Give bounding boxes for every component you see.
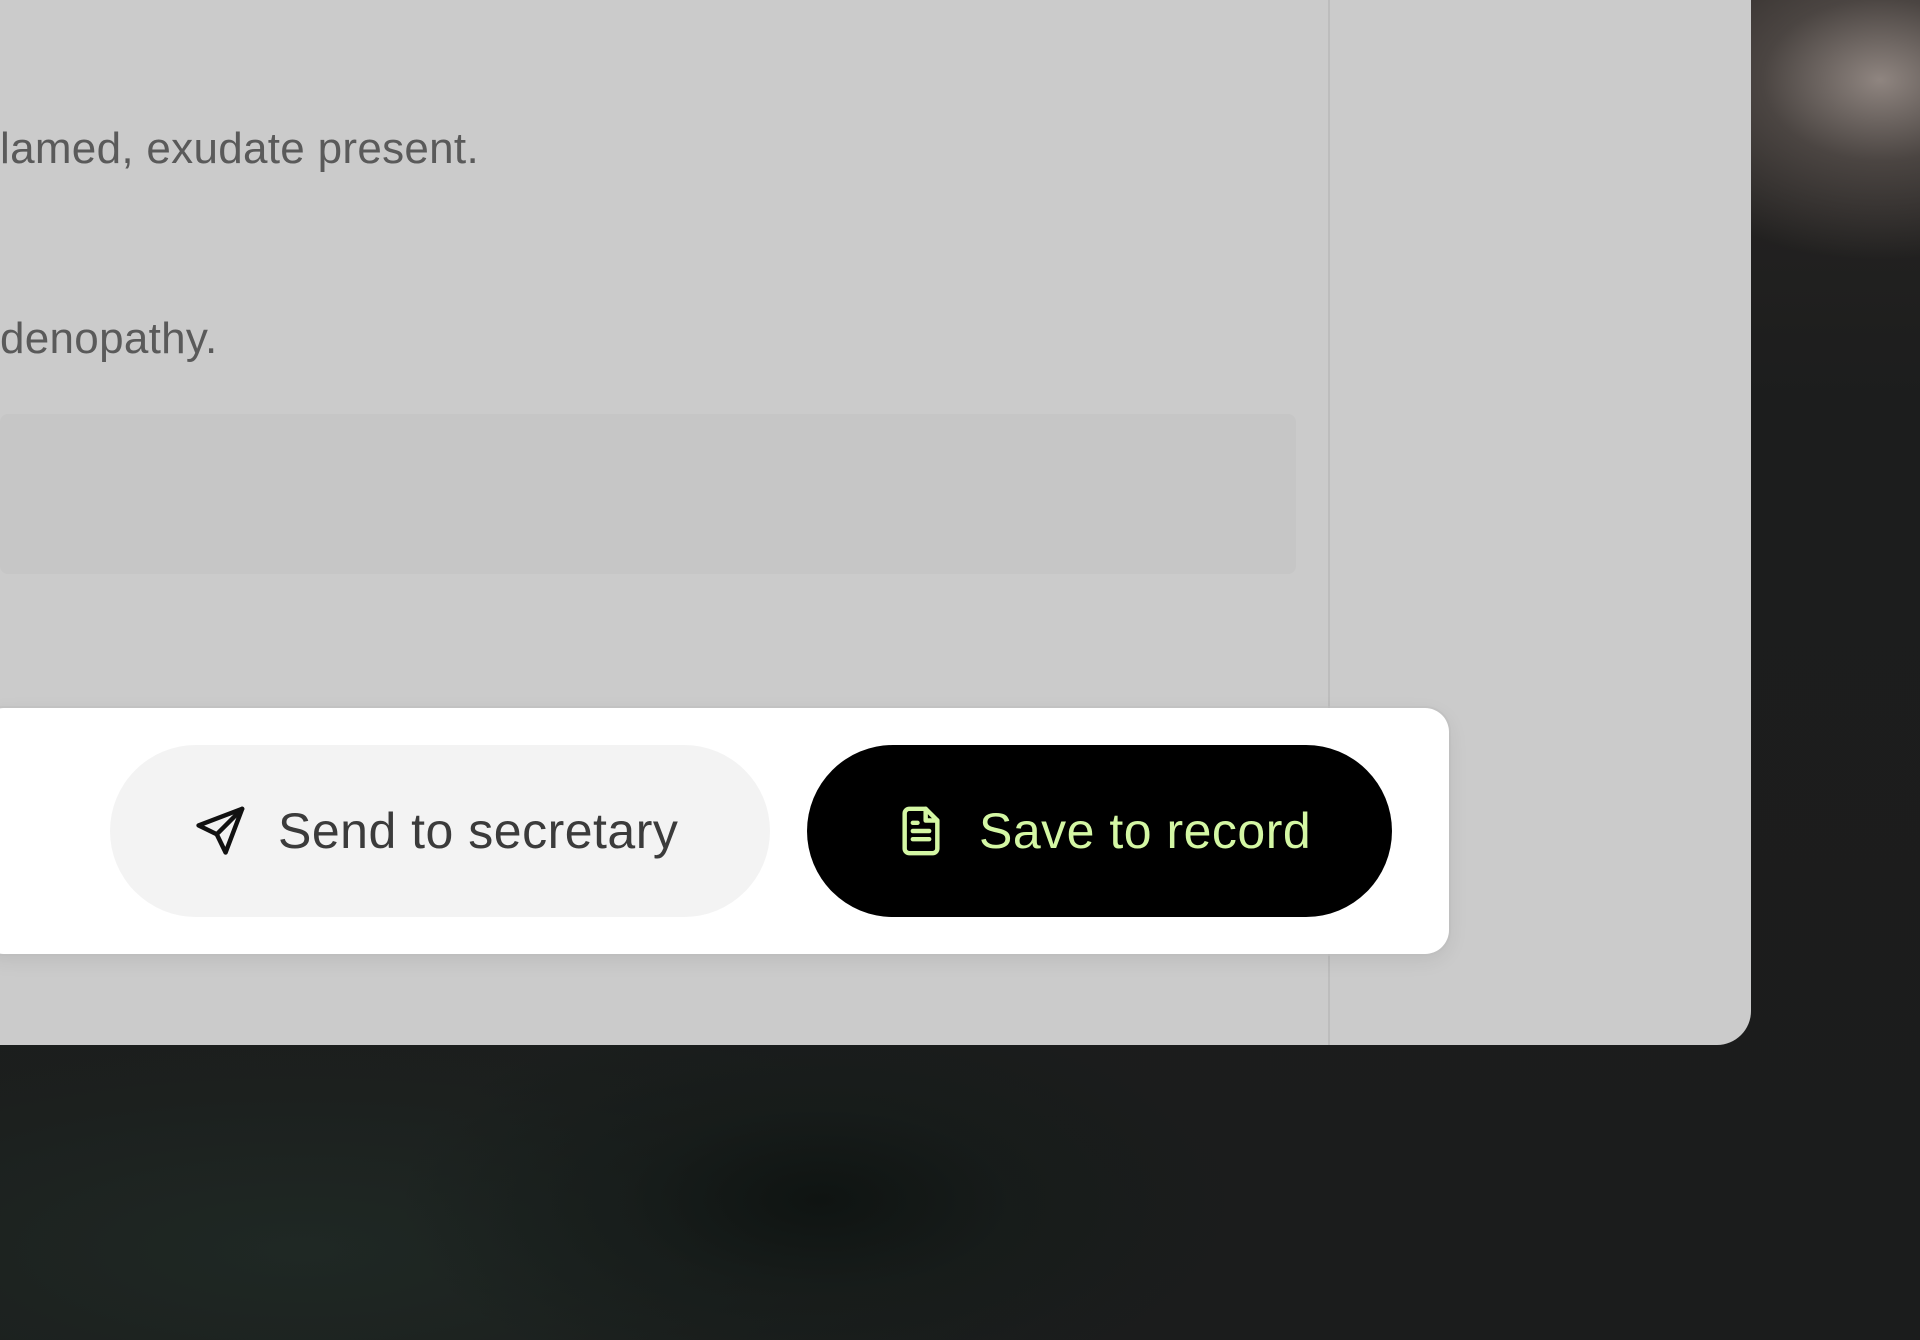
app-window: lamed, exudate present. denopathy. Send … — [0, 0, 1751, 1045]
note-text-line: denopathy. — [0, 314, 218, 363]
note-section-block — [0, 414, 1296, 574]
save-to-record-label: Save to record — [979, 803, 1312, 859]
save-to-record-button[interactable]: Save to record — [807, 745, 1392, 917]
note-text-line: lamed, exudate present. — [0, 124, 479, 173]
action-bar: Send to secretary Save to record — [0, 708, 1449, 954]
send-to-secretary-label: Send to secretary — [278, 803, 679, 859]
send-icon — [192, 803, 248, 859]
document-icon — [893, 803, 949, 859]
send-to-secretary-button[interactable]: Send to secretary — [110, 745, 770, 917]
